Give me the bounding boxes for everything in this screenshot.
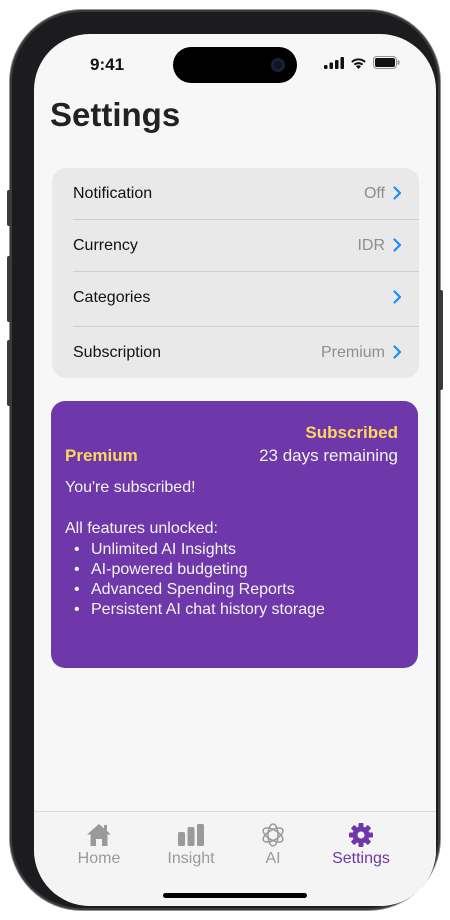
wifi-icon xyxy=(351,57,366,69)
volume-up-button xyxy=(7,256,11,322)
tab-ai[interactable]: AI xyxy=(233,822,313,868)
days-remaining: 23 days remaining xyxy=(259,446,398,465)
row-value: Off xyxy=(363,185,385,202)
chevron-right-icon xyxy=(393,345,402,359)
tab-settings[interactable]: Settings xyxy=(321,822,401,868)
row-label: Subscription xyxy=(73,344,162,361)
row-value: IDR xyxy=(357,237,385,254)
categories-row[interactable]: Categories xyxy=(52,272,419,324)
phone-frame: 9:41 Settings Notification Off Currency … xyxy=(7,10,443,910)
house-icon xyxy=(87,824,111,846)
subscription-status: Subscribed xyxy=(305,423,398,442)
feature-item: Advanced Spending Reports xyxy=(65,580,325,600)
home-indicator[interactable] xyxy=(163,893,307,898)
volume-down-button xyxy=(7,340,11,406)
subscribed-message: You're subscribed! xyxy=(65,479,196,496)
tab-label: Settings xyxy=(332,850,390,867)
row-label: Categories xyxy=(73,289,151,306)
camera-icon xyxy=(271,58,285,72)
cellular-signal-icon xyxy=(324,56,344,69)
subscription-card: Subscribed Premium 23 days remaining You… xyxy=(51,401,418,668)
tab-label: Insight xyxy=(167,850,215,867)
page-title: Settings xyxy=(50,96,181,133)
chevron-right-icon xyxy=(393,186,402,200)
status-time: 9:41 xyxy=(90,55,125,74)
mute-switch xyxy=(7,190,11,226)
feature-item: Persistent AI chat history storage xyxy=(65,600,325,620)
row-label: Currency xyxy=(73,237,138,254)
power-button xyxy=(439,290,443,390)
tab-home[interactable]: Home xyxy=(59,822,139,868)
features-list: Unlimited AI Insights AI-powered budgeti… xyxy=(65,540,325,620)
bar-chart-icon xyxy=(178,824,204,846)
notification-row[interactable]: Notification Off xyxy=(52,168,419,220)
ai-icon xyxy=(262,823,284,847)
row-label: Notification xyxy=(73,185,153,202)
status-icons xyxy=(324,56,400,69)
battery-icon xyxy=(373,56,400,69)
tab-bar: Home Insight AI Settings xyxy=(34,811,436,906)
features-title: All features unlocked: xyxy=(65,520,218,537)
settings-list: Notification Off Currency IDR Categories… xyxy=(52,168,419,378)
currency-row[interactable]: Currency IDR xyxy=(52,220,419,272)
tab-label: Home xyxy=(77,850,121,867)
row-value: Premium xyxy=(320,344,385,361)
subscription-row[interactable]: Subscription Premium xyxy=(52,327,419,378)
chevron-right-icon xyxy=(393,238,402,252)
chevron-right-icon xyxy=(393,290,402,304)
feature-item: Unlimited AI Insights xyxy=(65,540,325,560)
tab-label: AI xyxy=(265,850,281,867)
dynamic-island xyxy=(173,47,297,83)
tab-insight[interactable]: Insight xyxy=(151,822,231,868)
screen: 9:41 Settings Notification Off Currency … xyxy=(34,34,436,906)
gear-icon xyxy=(349,823,373,847)
feature-item: AI-powered budgeting xyxy=(65,560,325,580)
plan-name: Premium xyxy=(65,446,138,465)
